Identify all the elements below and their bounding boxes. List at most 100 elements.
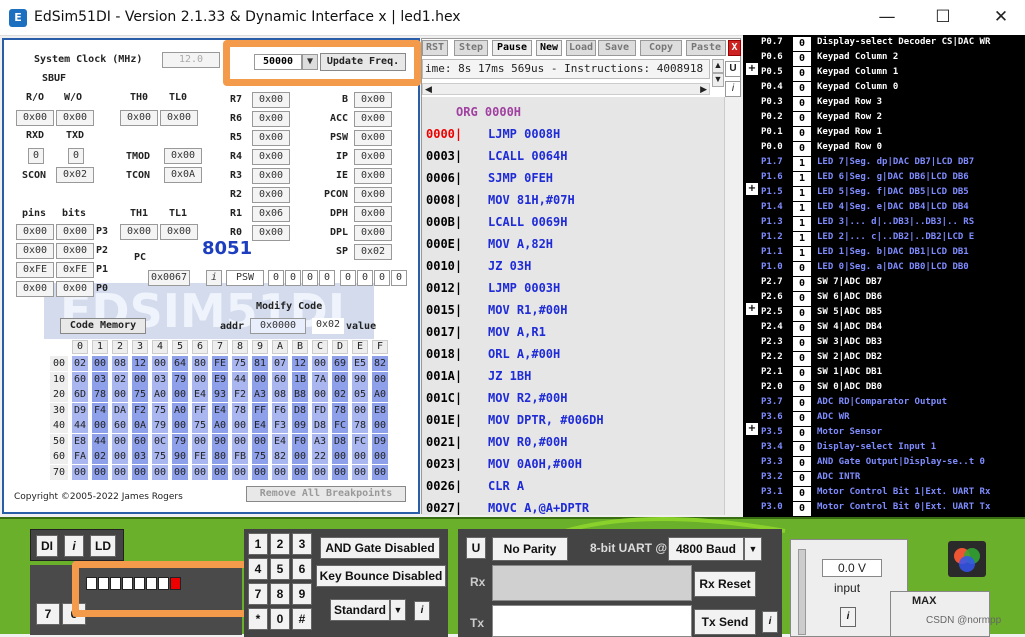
memory-cell[interactable]: 00 (352, 402, 368, 418)
code-line[interactable]: 001A| JZ 1BH (426, 369, 531, 383)
psw-bit[interactable]: 0 (302, 270, 318, 286)
color-wheel-icon[interactable] (948, 541, 986, 577)
memory-cell[interactable]: 00 (112, 449, 128, 464)
memory-cell[interactable]: 1B (292, 371, 308, 387)
memory-cell[interactable]: 44 (72, 418, 88, 433)
memory-cell[interactable]: 69 (332, 356, 348, 371)
pin-value[interactable]: 1 (793, 157, 811, 171)
keypad-key[interactable]: 6 (292, 558, 312, 580)
expand-p2-icon[interactable]: + (746, 303, 758, 315)
memory-cell[interactable]: 03 (152, 371, 168, 387)
pin-value[interactable]: 0 (793, 97, 811, 111)
memory-cell[interactable]: 00 (152, 464, 168, 480)
memory-cell[interactable]: 00 (172, 418, 188, 433)
memory-cell[interactable]: 00 (92, 356, 108, 371)
memory-cell[interactable]: 00 (72, 464, 88, 480)
chevron-down-icon[interactable]: ▼ (744, 537, 762, 561)
pin-value[interactable]: 1 (793, 202, 811, 216)
keypad-key[interactable]: * (248, 608, 268, 630)
memory-cell[interactable]: 00 (332, 464, 348, 480)
toolbar-step-button[interactable]: Step (454, 40, 488, 56)
memory-cell[interactable]: E4 (192, 387, 208, 402)
pin-value[interactable]: 0 (793, 352, 811, 366)
code-line[interactable]: 000B| LCALL 0069H (426, 215, 567, 229)
tmod-value[interactable]: 0x00 (164, 148, 202, 164)
port-pin-value[interactable]: 0x00 (16, 224, 54, 240)
memory-cell[interactable]: A0 (372, 387, 388, 402)
rx-field[interactable] (492, 565, 692, 601)
memory-cell[interactable]: D9 (372, 433, 388, 449)
memory-cell[interactable]: 90 (352, 371, 368, 387)
memory-cell[interactable]: 00 (292, 449, 308, 464)
memory-cell[interactable]: 00 (132, 371, 148, 387)
keypad-key[interactable]: 5 (270, 558, 290, 580)
toolbar-save-button[interactable]: Save (598, 40, 636, 56)
scroll-down-icon[interactable]: ▼ (712, 73, 724, 87)
memory-cell[interactable]: 90 (172, 449, 188, 464)
keypad-key[interactable]: 0 (270, 608, 290, 630)
memory-cell[interactable]: 78 (92, 387, 108, 402)
pc-value[interactable]: 0x0067 (148, 270, 190, 286)
memory-cell[interactable]: 02 (112, 371, 128, 387)
addr-value[interactable]: 0x0000 (250, 318, 306, 334)
code-line[interactable]: 000E| MOV A,82H (426, 237, 553, 251)
memory-cell[interactable]: 75 (232, 356, 248, 371)
toolbar-load-button[interactable]: Load (566, 40, 596, 56)
voltage-slider[interactable] (798, 549, 806, 635)
expand-p3-icon[interactable]: + (746, 423, 758, 435)
memory-cell[interactable]: 00 (92, 464, 108, 480)
memory-cell[interactable]: 00 (372, 464, 388, 480)
pin-value[interactable]: 0 (793, 427, 811, 441)
code-line[interactable]: 001C| MOV R2,#00H (426, 391, 567, 405)
scroll-left-icon[interactable]: ◀ (425, 84, 432, 95)
tx-send-button[interactable]: Tx Send (694, 609, 756, 635)
tl1-value[interactable]: 0x00 (160, 224, 198, 240)
psw-bit[interactable]: 0 (357, 270, 373, 286)
memory-cell[interactable]: 00 (192, 371, 208, 387)
pin-value[interactable]: 0 (793, 397, 811, 411)
memory-cell[interactable]: F6 (272, 402, 288, 418)
code-line[interactable]: 0023| MOV 0A0H,#00H (426, 457, 582, 471)
switch-7[interactable]: 7 (36, 603, 60, 625)
close-button[interactable]: ✕ (986, 4, 1016, 30)
memory-cell[interactable]: 00 (352, 464, 368, 480)
memory-cell[interactable]: FE (212, 356, 228, 371)
memory-cell[interactable]: 00 (312, 356, 328, 371)
pin-value[interactable]: 0 (793, 292, 811, 306)
memory-cell[interactable]: 00 (112, 433, 128, 449)
memory-cell[interactable]: 03 (132, 449, 148, 464)
memory-cell[interactable]: 02 (332, 387, 348, 402)
memory-cell[interactable]: 00 (92, 418, 108, 433)
tl0-value[interactable]: 0x00 (160, 110, 198, 126)
memory-cell[interactable]: 00 (112, 387, 128, 402)
memory-cell[interactable]: 09 (292, 418, 308, 433)
memory-cell[interactable]: E4 (272, 433, 288, 449)
memory-cell[interactable]: DA (112, 402, 128, 418)
memory-cell[interactable]: 00 (212, 464, 228, 480)
info-icon[interactable]: i (414, 601, 430, 621)
memory-cell[interactable]: FA (72, 449, 88, 464)
memory-cell[interactable]: E8 (72, 433, 88, 449)
uart-u-button[interactable]: U (466, 537, 486, 559)
r-register-value[interactable]: 0x06 (252, 206, 290, 222)
sfr-value[interactable]: 0x00 (354, 225, 392, 241)
memory-cell[interactable]: 75 (132, 387, 148, 402)
memory-cell[interactable]: 22 (312, 449, 328, 464)
toolbar-new-button[interactable]: New (536, 40, 562, 56)
rxd-value[interactable]: 0 (28, 148, 44, 164)
r-register-value[interactable]: 0x00 (252, 149, 290, 165)
memory-cell[interactable]: 00 (252, 371, 268, 387)
memory-cell[interactable]: 00 (232, 418, 248, 433)
r-register-value[interactable]: 0x00 (252, 225, 290, 241)
memory-cell[interactable]: 03 (92, 371, 108, 387)
memory-cell[interactable]: 08 (272, 387, 288, 402)
r-register-value[interactable]: 0x00 (252, 187, 290, 203)
toolbar-copy-button[interactable]: Copy (640, 40, 682, 56)
memory-cell[interactable]: FC (332, 418, 348, 433)
memory-cell[interactable]: 78 (232, 402, 248, 418)
pin-value[interactable]: 1 (793, 232, 811, 246)
sfr-value[interactable]: 0x00 (354, 206, 392, 222)
memory-cell[interactable]: 0A (132, 418, 148, 433)
sfr-value[interactable]: 0x00 (354, 111, 392, 127)
memory-cell[interactable]: 82 (372, 356, 388, 371)
